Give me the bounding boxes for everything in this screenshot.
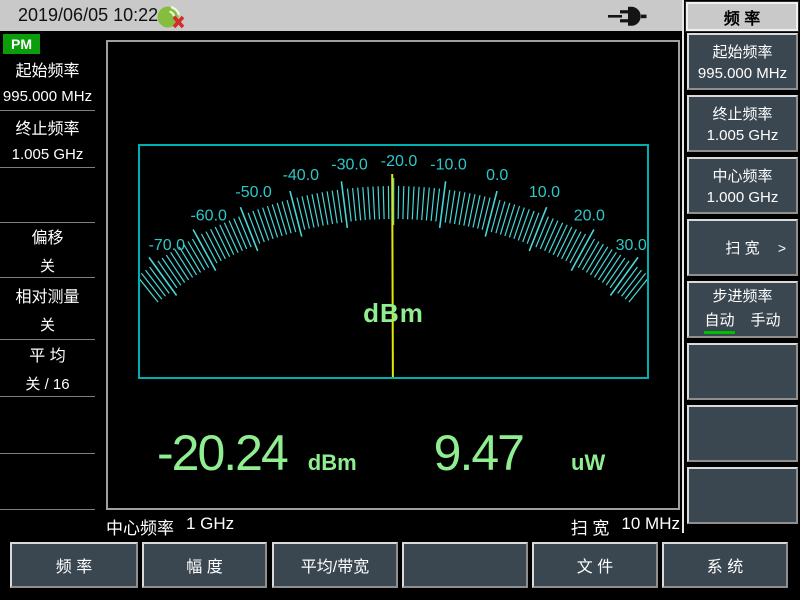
status-label: 扫 宽 (570, 519, 610, 538)
meter-scale: -70.0-60.0 -50.0 -40.0 -30.0 -20.0 -10.0 0.0 10… (140, 153, 647, 377)
softkey-value: 1.005 GHz (706, 127, 779, 144)
svg-text:20.0: 20.0 (574, 207, 605, 224)
menu-file[interactable]: 文 件 (532, 542, 658, 588)
param-average: 平 均 关 / 16 (0, 340, 95, 397)
softkey-label: 扫 宽 (725, 240, 760, 257)
softkey-empty-2[interactable] (687, 405, 798, 462)
menu-amplitude[interactable]: 幅 度 (142, 542, 267, 588)
meter-unit-label: dBm (363, 298, 424, 328)
svg-text:-20.0: -20.0 (381, 153, 418, 170)
power-unit-dbm: dBm (307, 450, 357, 475)
status-label: 中心频率 (106, 519, 174, 538)
svg-text:-50.0: -50.0 (235, 184, 272, 201)
svg-text:10.0: 10.0 (529, 184, 560, 201)
power-unit-watt: uW (571, 450, 606, 475)
softkey-empty-1[interactable] (687, 343, 798, 400)
analog-meter: -70.0 -60.0 -50.0 -40.0 -30.0 -20.0 -10.0 0.0 10… (138, 144, 649, 379)
param-stop-frequency: 终止频率 1.005 GHz (0, 111, 95, 168)
softkey-label: 步进频率 (712, 288, 773, 305)
datetime-text: 2019/06/05 10:22 (18, 5, 159, 25)
svg-text:-40.0: -40.0 (283, 167, 320, 184)
svg-text:0.0: 0.0 (486, 167, 508, 184)
step-mode-auto[interactable]: 自动 (704, 309, 735, 334)
softkey-step-frequency[interactable]: 步进频率 自动 手动 (687, 281, 798, 338)
svg-text:-60.0: -60.0 (190, 207, 227, 224)
param-empty-2 (0, 397, 95, 454)
svg-text:-70.0: -70.0 (149, 237, 186, 254)
status-value: 1 GHz (186, 514, 235, 533)
menu-average-bandwidth[interactable]: 平均/带宽 (272, 542, 398, 588)
status-value: 10 MHz (621, 514, 680, 533)
instrument-screen: 2019/06/05 10:22 频 率 起始频率 995.000 MHz 终止… (0, 0, 800, 600)
power-value-watt: 9.47 (433, 425, 525, 481)
measurement-display: -70.0 -60.0 -50.0 -40.0 -30.0 -20.0 -10.0 0.0 10… (106, 40, 680, 510)
param-value: 关 (39, 258, 55, 275)
param-empty-3 (0, 454, 95, 510)
softkey-stop-frequency[interactable]: 终止频率 1.005 GHz (687, 95, 798, 152)
softkey-value: 995.000 MHz (697, 65, 788, 82)
sidebar-divider (682, 0, 684, 533)
submenu-arrow-icon: > (777, 239, 786, 256)
param-value: 995.000 MHz (2, 88, 93, 105)
param-label: 偏移 (31, 230, 64, 247)
param-offset: 偏移 关 (0, 223, 95, 278)
svg-text:30.0: 30.0 (616, 237, 647, 254)
status-row: 中心频率 1 GHz 扫 宽 10 MHz (106, 514, 680, 539)
power-value-dbm: -20.24 (157, 425, 289, 481)
power-readout: -20.24 dBm 9.47 uW (157, 424, 605, 482)
parameter-panel: PM 起始频率 995.000 MHz 终止频率 1.005 GHz 偏移 关 … (0, 31, 96, 510)
softkey-label: 起始频率 (712, 44, 773, 61)
softkey-empty-3[interactable] (687, 467, 798, 524)
param-label: 起始频率 (15, 63, 80, 80)
span-status: 扫 宽 10 MHz (571, 514, 680, 539)
softkey-label: 中心频率 (712, 168, 773, 185)
center-frequency-status: 中心频率 1 GHz (106, 514, 234, 539)
param-empty-1 (0, 168, 95, 223)
gps-no-signal-icon (157, 5, 185, 29)
param-relative-measure: 相对测量 关 (0, 278, 95, 340)
param-value: 关 / 16 (25, 376, 70, 393)
top-status-bar: 2019/06/05 10:22 (0, 0, 682, 31)
meter-needle (391, 173, 394, 377)
bottom-menu-bar: 频 率 幅 度 平均/带宽 文 件 系 统 (0, 538, 800, 600)
param-value: 1.005 GHz (11, 146, 84, 163)
ac-power-plug-icon (608, 6, 647, 26)
softkey-start-frequency[interactable]: 起始频率 995.000 MHz (687, 33, 798, 90)
step-mode-manual[interactable]: 手动 (751, 309, 781, 334)
mode-badge: PM (3, 34, 40, 54)
param-label: 终止频率 (15, 121, 80, 138)
svg-text:-30.0: -30.0 (331, 157, 368, 174)
menu-system[interactable]: 系 统 (662, 542, 788, 588)
param-label: 平 均 (29, 348, 66, 365)
menu-frequency[interactable]: 频 率 (10, 542, 138, 588)
param-label: 相对测量 (15, 288, 80, 306)
menu-title: 频 率 (686, 2, 798, 31)
softkey-span[interactable]: 扫 宽 > (687, 219, 798, 276)
param-value: 关 (39, 316, 55, 334)
svg-text:-10.0: -10.0 (430, 157, 467, 174)
softkey-label: 终止频率 (712, 106, 773, 123)
menu-empty[interactable] (402, 542, 528, 588)
softkey-column: 起始频率 995.000 MHz 终止频率 1.005 GHz 中心频率 1.0… (687, 33, 798, 524)
softkey-center-frequency[interactable]: 中心频率 1.000 GHz (687, 157, 798, 214)
softkey-value: 1.000 GHz (706, 189, 779, 206)
